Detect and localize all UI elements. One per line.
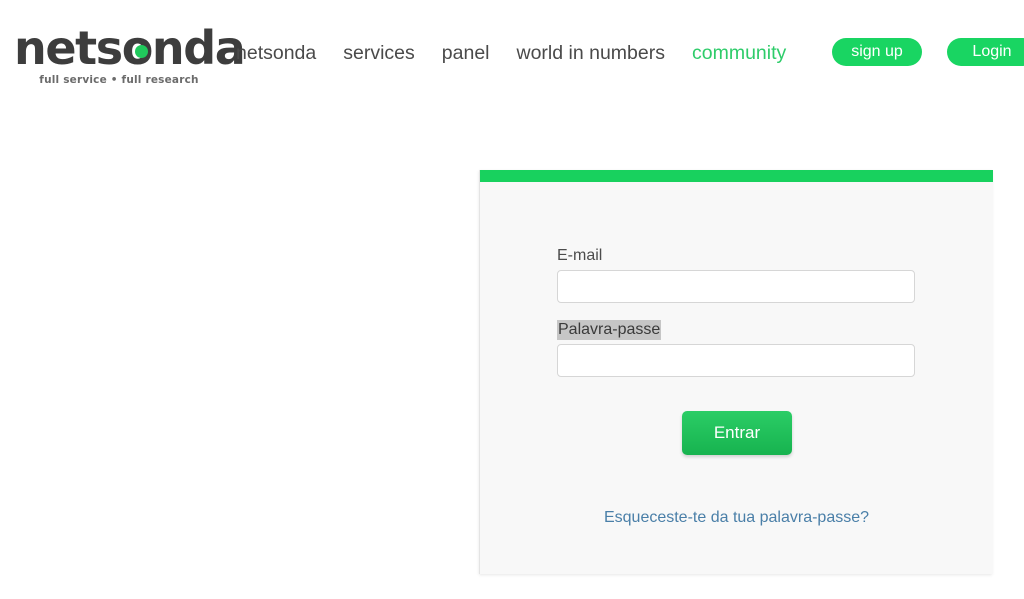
password-label: Palavra-passe bbox=[557, 320, 662, 340]
login-form: E-mail Palavra-passe Entrar Esqueceste-t… bbox=[480, 182, 993, 574]
main-navigation: netsonda services panel world in numbers… bbox=[236, 38, 813, 68]
nav-item-world-in-numbers[interactable]: world in numbers bbox=[517, 38, 665, 68]
sign-up-button[interactable]: sign up bbox=[832, 38, 922, 66]
nav-item-community[interactable]: community bbox=[692, 38, 786, 68]
brand-tagline: full service • full research bbox=[39, 74, 199, 86]
brand-wordmark: netsonda bbox=[14, 21, 246, 75]
green-dot-icon bbox=[135, 45, 148, 58]
email-label: E-mail bbox=[557, 247, 603, 264]
password-input[interactable] bbox=[557, 344, 915, 377]
login-card: E-mail Palavra-passe Entrar Esqueceste-t… bbox=[479, 170, 993, 574]
forgot-password-link[interactable]: Esqueceste-te da tua palavra-passe? bbox=[480, 509, 993, 527]
login-button[interactable]: Login bbox=[947, 38, 1024, 66]
brand-logo[interactable]: netsonda full service • full research bbox=[14, 21, 246, 87]
card-accent-bar bbox=[480, 170, 993, 182]
nav-item-netsonda[interactable]: netsonda bbox=[236, 38, 316, 68]
site-header: netsonda full service • full research ne… bbox=[0, 0, 1024, 104]
nav-item-panel[interactable]: panel bbox=[442, 38, 490, 68]
submit-button[interactable]: Entrar bbox=[682, 411, 792, 455]
email-input[interactable] bbox=[557, 270, 915, 303]
nav-item-services[interactable]: services bbox=[343, 38, 415, 68]
